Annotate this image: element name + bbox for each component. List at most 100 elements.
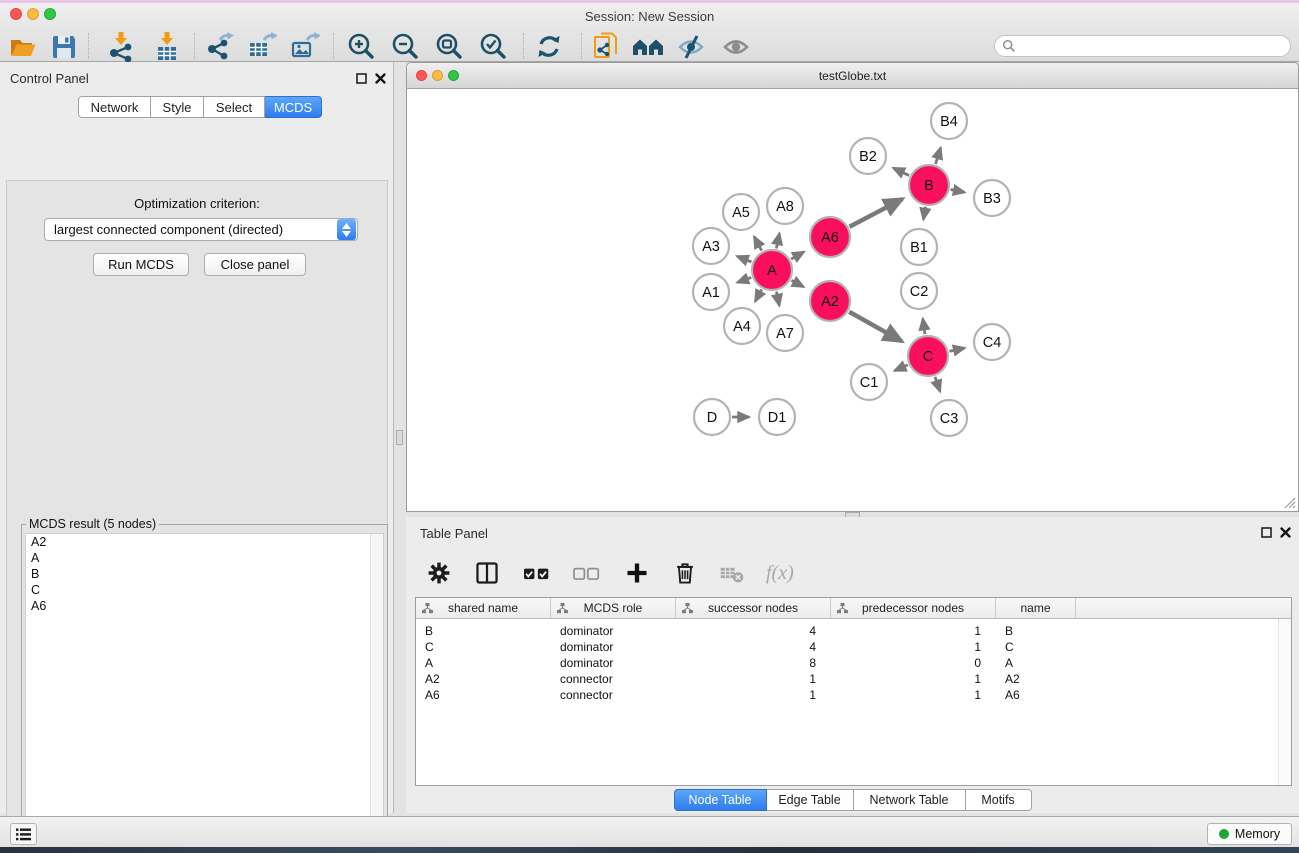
graph-edge-A-A3[interactable] bbox=[737, 256, 751, 262]
table-row[interactable]: A6 connector 1 1 A6 bbox=[416, 687, 1291, 703]
list-item[interactable]: A bbox=[26, 550, 383, 566]
table-row[interactable]: B dominator 4 1 B bbox=[416, 623, 1291, 639]
mcds-result-list[interactable]: A2 A B C A6 bbox=[25, 533, 384, 853]
import-network-button[interactable] bbox=[104, 30, 138, 64]
float-panel-icon[interactable] bbox=[1261, 527, 1272, 538]
graph-edge-A2-C[interactable] bbox=[849, 312, 902, 342]
graph-edge-A-A2[interactable] bbox=[791, 280, 803, 286]
graph-edge-B-B3[interactable] bbox=[951, 189, 965, 192]
show-all-button[interactable] bbox=[719, 30, 753, 64]
graph-edge-A-A1[interactable] bbox=[737, 277, 751, 282]
graph-node-B[interactable]: B bbox=[909, 165, 949, 205]
tab-select[interactable]: Select bbox=[204, 96, 265, 118]
table-settings-gear-icon[interactable] bbox=[426, 560, 452, 586]
list-item[interactable]: C bbox=[26, 582, 383, 598]
graph-node-C1[interactable]: C1 bbox=[851, 364, 887, 400]
new-network-from-selection-button[interactable] bbox=[589, 30, 623, 64]
save-session-button[interactable] bbox=[47, 30, 81, 64]
import-table-button[interactable] bbox=[150, 30, 184, 64]
split-pane-handle-vertical[interactable] bbox=[396, 430, 403, 445]
tab-motifs[interactable]: Motifs bbox=[966, 789, 1032, 811]
column-header-predecessor-nodes[interactable]: predecessor nodes bbox=[831, 598, 996, 618]
graph-edge-C-C4[interactable] bbox=[949, 348, 964, 351]
tab-node-table[interactable]: Node Table bbox=[674, 789, 767, 811]
open-session-button[interactable] bbox=[6, 30, 40, 64]
zoom-in-button[interactable] bbox=[344, 30, 378, 64]
graph-node-A3[interactable]: A3 bbox=[693, 228, 729, 264]
add-column-icon[interactable] bbox=[624, 560, 650, 586]
zoom-selected-button[interactable] bbox=[476, 30, 510, 64]
export-image-button[interactable] bbox=[287, 30, 321, 64]
graph-edge-B-B1[interactable] bbox=[923, 207, 925, 220]
graph-node-A7[interactable]: A7 bbox=[767, 315, 803, 351]
graph-node-C3[interactable]: C3 bbox=[931, 400, 967, 436]
refresh-button[interactable] bbox=[532, 30, 566, 64]
network-window-titlebar[interactable]: testGlobe.txt bbox=[407, 63, 1298, 89]
optimization-criterion-select[interactable]: largest connected component (directed) bbox=[44, 218, 358, 241]
column-header-successor-nodes[interactable]: successor nodes bbox=[676, 598, 831, 618]
graph-node-C[interactable]: C bbox=[908, 336, 948, 376]
graph-edge-A-A5[interactable] bbox=[754, 237, 761, 251]
network-graph[interactable]: B4 B2 B B3 A8A5 A6 B1 A3 A A1 C2 A2 A4A7 C4 C C1 C3 D D1 bbox=[407, 89, 1298, 511]
graph-node-A1[interactable]: A1 bbox=[693, 274, 729, 310]
graph-edge-C-C3[interactable] bbox=[935, 377, 940, 392]
zoom-out-button[interactable] bbox=[388, 30, 422, 64]
graph-edge-C-C2[interactable] bbox=[923, 319, 925, 334]
scrollbar-track[interactable] bbox=[370, 534, 383, 853]
graph-node-A2[interactable]: A2 bbox=[810, 281, 850, 321]
zoom-fit-button[interactable] bbox=[432, 30, 466, 64]
list-item[interactable]: B bbox=[26, 566, 383, 582]
window-resize-grip[interactable] bbox=[1283, 496, 1296, 509]
graph-node-D1[interactable]: D1 bbox=[759, 399, 795, 435]
graph-node-A6[interactable]: A6 bbox=[810, 217, 850, 257]
graph-edge-C-C1[interactable] bbox=[895, 365, 908, 371]
task-history-button[interactable] bbox=[10, 823, 37, 845]
graph-node-A5[interactable]: A5 bbox=[723, 194, 759, 230]
deselect-all-icon[interactable] bbox=[572, 560, 602, 586]
graph-node-A8[interactable]: A8 bbox=[767, 188, 803, 224]
graph-edge-A-A6[interactable] bbox=[791, 252, 804, 259]
graph-edge-A6-B[interactable] bbox=[849, 199, 902, 227]
graph-node-A[interactable]: A bbox=[752, 250, 792, 290]
graph-node-C4[interactable]: C4 bbox=[974, 324, 1010, 360]
delete-table-icon[interactable] bbox=[718, 560, 746, 586]
scrollbar-track[interactable] bbox=[1278, 619, 1291, 785]
export-network-button[interactable] bbox=[202, 30, 236, 64]
close-panel-icon[interactable] bbox=[375, 73, 386, 84]
graph-node-C2[interactable]: C2 bbox=[901, 273, 937, 309]
run-mcds-button[interactable]: Run MCDS bbox=[93, 253, 189, 276]
graph-node-D[interactable]: D bbox=[694, 399, 730, 435]
list-item[interactable]: A6 bbox=[26, 598, 383, 614]
graph-node-B4[interactable]: B4 bbox=[931, 103, 967, 139]
tab-style[interactable]: Style bbox=[151, 96, 204, 118]
export-table-button[interactable] bbox=[244, 30, 278, 64]
column-header-name[interactable]: name bbox=[996, 598, 1076, 618]
tab-network[interactable]: Network bbox=[78, 96, 151, 118]
column-selector-icon[interactable] bbox=[474, 560, 500, 586]
graph-node-B1[interactable]: B1 bbox=[901, 229, 937, 265]
column-header-mcds-role[interactable]: MCDS role bbox=[551, 598, 676, 618]
graph-edge-A-A7[interactable] bbox=[776, 292, 779, 306]
search-input[interactable] bbox=[994, 35, 1291, 57]
tab-edge-table[interactable]: Edge Table bbox=[767, 789, 854, 811]
graph-edge-B-B2[interactable] bbox=[893, 168, 909, 176]
column-header-shared-name[interactable]: shared name bbox=[416, 598, 551, 618]
memory-button[interactable]: Memory bbox=[1207, 823, 1292, 845]
select-all-icon[interactable] bbox=[522, 560, 552, 586]
delete-column-trash-icon[interactable] bbox=[672, 560, 698, 586]
first-neighbors-button[interactable] bbox=[631, 30, 665, 64]
graph-edge-B-B4[interactable] bbox=[936, 148, 941, 164]
graph-edge-A-A4[interactable] bbox=[755, 289, 761, 301]
close-panel-button[interactable]: Close panel bbox=[204, 253, 306, 276]
float-panel-icon[interactable] bbox=[356, 73, 367, 84]
hide-selected-button[interactable] bbox=[674, 30, 708, 64]
graph-node-A4[interactable]: A4 bbox=[724, 308, 760, 344]
list-item[interactable]: A2 bbox=[26, 534, 383, 550]
table-row[interactable]: C dominator 4 1 C bbox=[416, 639, 1291, 655]
table-row[interactable]: A dominator 8 0 A bbox=[416, 655, 1291, 671]
table-row[interactable]: A2 connector 1 1 A2 bbox=[416, 671, 1291, 687]
graph-node-B3[interactable]: B3 bbox=[974, 180, 1010, 216]
close-panel-icon[interactable] bbox=[1280, 527, 1291, 538]
tab-network-table[interactable]: Network Table bbox=[854, 789, 966, 811]
graph-node-B2[interactable]: B2 bbox=[850, 138, 886, 174]
